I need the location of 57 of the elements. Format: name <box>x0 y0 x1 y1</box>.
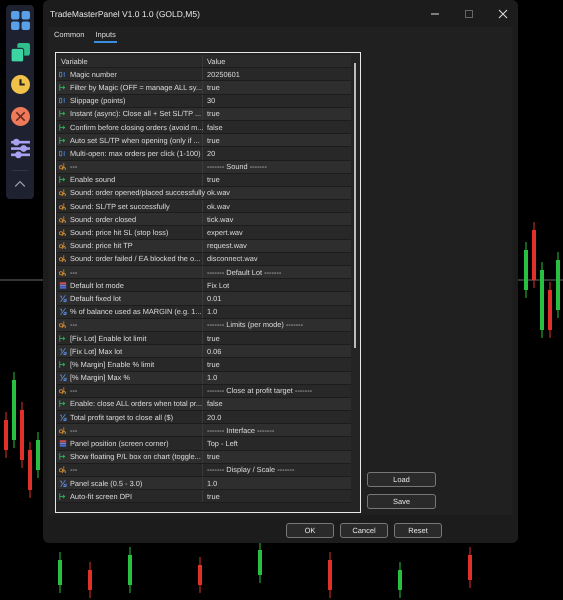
text-type-icon <box>59 255 67 262</box>
candlestick <box>398 562 402 598</box>
text-type-icon <box>59 242 67 250</box>
candlestick <box>328 552 332 598</box>
sliders-icon[interactable] <box>10 138 30 159</box>
flag-arrow-icon <box>59 453 67 460</box>
candlestick <box>198 556 202 594</box>
text-type-icon <box>59 163 67 170</box>
text-type-icon <box>59 229 67 236</box>
candlestick <box>258 542 262 584</box>
candlestick <box>532 222 536 288</box>
text-type-icon <box>59 466 67 474</box>
flag-arrow-icon <box>59 176 67 184</box>
close-icon[interactable] <box>498 8 508 18</box>
candlestick <box>28 442 32 498</box>
candlestick <box>4 412 8 458</box>
candlestick <box>524 242 528 298</box>
candlestick <box>548 282 552 338</box>
maximize-icon[interactable] <box>464 8 474 18</box>
close-icon[interactable] <box>10 106 30 127</box>
fraction-type-icon <box>59 374 67 382</box>
candlestick <box>128 546 132 594</box>
text-type-icon <box>59 216 67 223</box>
text-type-icon <box>59 202 67 210</box>
text-type-icon <box>59 268 67 276</box>
flag-arrow-icon <box>59 360 67 368</box>
flag-arrow-icon <box>59 334 67 342</box>
flag-arrow-icon <box>59 110 67 118</box>
candlestick <box>20 402 24 468</box>
fraction-type-icon <box>59 348 67 355</box>
fraction-type-icon <box>59 308 67 316</box>
grid-icon[interactable] <box>10 10 30 31</box>
flag-arrow-icon <box>59 136 67 144</box>
fraction-type-icon <box>59 480 67 487</box>
integer-type-icon <box>59 70 67 78</box>
candlestick <box>556 252 560 318</box>
list-stack-icon <box>59 282 67 289</box>
layers-icon[interactable] <box>10 42 30 63</box>
candlestick <box>88 562 92 598</box>
text-type-icon <box>59 426 67 434</box>
clock-icon[interactable] <box>10 74 30 95</box>
fraction-type-icon <box>59 294 67 302</box>
candlestick <box>58 552 62 594</box>
integer-type-icon <box>59 150 67 157</box>
candlestick <box>36 432 40 478</box>
flag-arrow-icon <box>59 492 67 500</box>
flag-arrow-icon <box>59 84 67 91</box>
text-type-icon <box>59 189 67 196</box>
fraction-type-icon <box>59 414 67 421</box>
integer-type-icon <box>59 97 67 104</box>
flag-arrow-icon <box>59 124 67 131</box>
flag-arrow-icon <box>59 400 67 408</box>
window-title: TradeMasterPanel V1.0 1.0 (GOLD,M5) <box>50 8 200 18</box>
text-type-icon <box>59 321 67 328</box>
list-stack-icon <box>59 440 67 448</box>
candlestick <box>468 546 472 588</box>
text-type-icon <box>59 387 67 394</box>
